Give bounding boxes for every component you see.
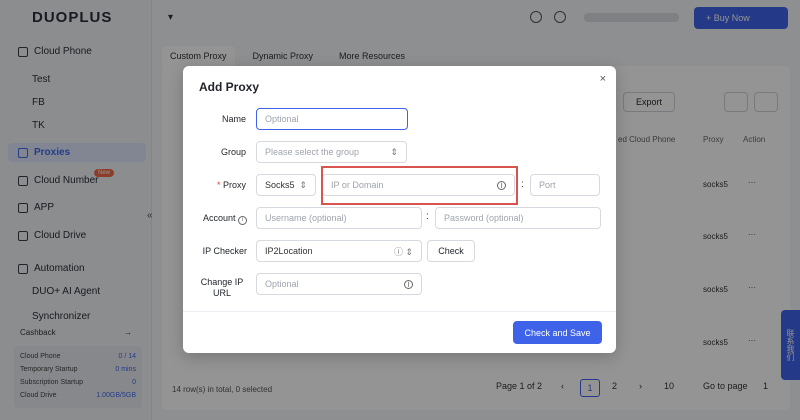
name-label: Name bbox=[221, 114, 246, 124]
dialog-divider bbox=[183, 311, 616, 312]
info-icon: i bbox=[238, 216, 247, 225]
colon-separator: : bbox=[426, 211, 429, 222]
select-arrows-icon: ⇕ bbox=[390, 146, 398, 157]
group-label: Group bbox=[220, 147, 246, 157]
proxy-type-select[interactable]: Socks5 ⇕ bbox=[256, 174, 316, 196]
highlight-box bbox=[321, 166, 518, 205]
name-input[interactable]: Optional bbox=[256, 108, 408, 130]
password-input[interactable]: Password (optional) bbox=[435, 207, 601, 229]
close-icon[interactable]: × bbox=[600, 73, 606, 85]
check-button[interactable]: Check bbox=[427, 240, 475, 262]
change-ip-input[interactable]: Optional i bbox=[256, 273, 422, 295]
username-input[interactable]: Username (optional) bbox=[256, 207, 422, 229]
group-select[interactable]: Please select the group ⇕ bbox=[256, 141, 407, 163]
ip-checker-label: IP Checker bbox=[202, 246, 247, 256]
add-proxy-dialog: Add Proxy × Name Optional Group Please s… bbox=[183, 66, 616, 353]
ip-checker-select[interactable]: IP2Location ⓘ ⇕ bbox=[256, 240, 422, 262]
change-ip-label: Change IP URL bbox=[200, 277, 244, 298]
group-placeholder: Please select the group bbox=[265, 147, 360, 157]
required-marker: * bbox=[216, 180, 221, 190]
account-label-text: Account bbox=[202, 213, 236, 223]
proxy-type-value: Socks5 bbox=[265, 180, 295, 190]
ip-checker-value: IP2Location bbox=[265, 246, 313, 256]
proxy-label: * Proxy bbox=[203, 180, 246, 190]
proxy-label-text: Proxy bbox=[222, 180, 246, 190]
account-label: Account i bbox=[197, 213, 247, 225]
dialog-title: Add Proxy bbox=[199, 80, 260, 94]
change-ip-placeholder: Optional bbox=[265, 279, 299, 289]
check-and-save-button[interactable]: Check and Save bbox=[513, 321, 602, 344]
port-input[interactable]: Port bbox=[530, 174, 600, 196]
select-arrows-icon: ⇕ bbox=[299, 179, 307, 190]
select-arrows-icon: ⓘ ⇕ bbox=[393, 246, 413, 257]
info-icon: i bbox=[404, 279, 413, 289]
colon-separator: : bbox=[521, 179, 524, 190]
